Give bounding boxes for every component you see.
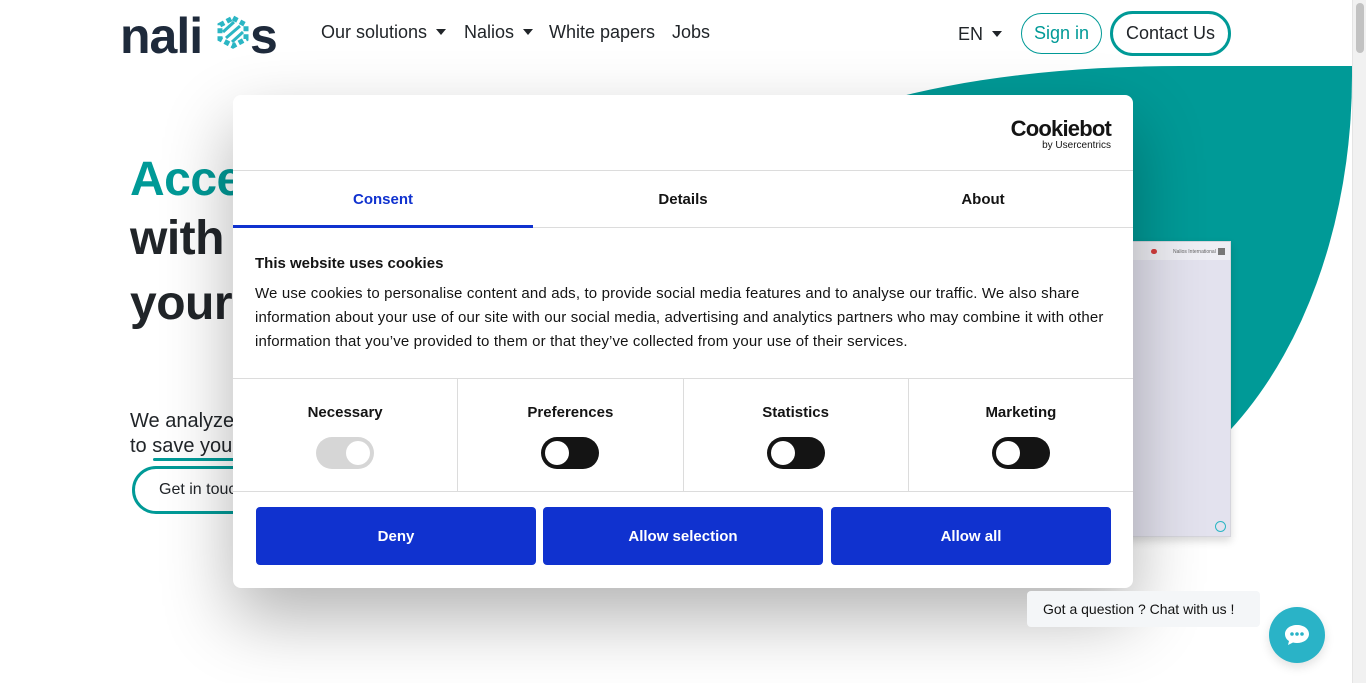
chevron-down-icon — [523, 29, 534, 35]
statistics-toggle[interactable] — [766, 437, 825, 469]
contact-us-button[interactable]: Contact Us — [1110, 11, 1231, 56]
nav-jobs[interactable]: Jobs — [672, 22, 710, 43]
svg-text:nali: nali — [120, 10, 202, 60]
cookiebot-logo: Cookiebot by Usercentrics — [1009, 116, 1112, 152]
nav-our-solutions-label: Our solutions — [321, 22, 428, 42]
category-preferences: Preferences — [458, 379, 684, 491]
chat-icon — [1285, 625, 1309, 645]
chat-launcher-button[interactable] — [1269, 607, 1325, 663]
nav-our-solutions[interactable]: Our solutions — [321, 22, 447, 43]
mockup-company-name: Nalios International — [1173, 249, 1216, 255]
navbar: nali s nalios Our solutions Nalios White… — [0, 0, 1352, 66]
chat-prompt-bubble[interactable]: Got a question ? Chat with us ! — [1027, 591, 1260, 627]
language-label: EN — [958, 24, 984, 44]
mockup-circle-icon — [1215, 521, 1226, 532]
app-screenshot-mockup: Nalios International — [1120, 241, 1231, 537]
subtitle-underline — [153, 458, 243, 461]
cookie-tabs: Consent Details About — [233, 170, 1133, 228]
language-selector[interactable]: EN — [958, 24, 1003, 45]
allow-all-button[interactable]: Allow all — [831, 507, 1111, 565]
avatar — [1218, 248, 1225, 255]
cookiebot-brand: Cookiebot — [1010, 116, 1112, 141]
nav-nalios-label: Nalios — [464, 22, 515, 42]
category-marketing-label: Marketing — [985, 404, 1057, 421]
tab-details[interactable]: Details — [533, 171, 833, 227]
nav-nalios[interactable]: Nalios — [464, 22, 534, 43]
logo-hex-icon — [217, 15, 249, 49]
notification-icon — [1151, 249, 1157, 254]
tab-consent[interactable]: Consent — [233, 171, 533, 228]
category-marketing: Marketing — [909, 379, 1133, 491]
allow-selection-button[interactable]: Allow selection — [543, 507, 823, 565]
toggle-knob — [346, 441, 371, 465]
hero-title-line-3: your — [130, 277, 233, 330]
scrollbar-thumb[interactable] — [1356, 3, 1364, 53]
toggle-knob — [770, 441, 795, 465]
category-necessary: Necessary — [233, 379, 459, 491]
logo-graphic: nali s — [120, 8, 278, 64]
category-necessary-label: Necessary — [307, 404, 383, 421]
nav-white-papers[interactable]: White papers — [549, 22, 655, 43]
hero-title-line-2: with — [130, 212, 224, 265]
hero-subtitle-line-2: to save you — [130, 435, 233, 457]
toggle-knob — [995, 441, 1020, 465]
sign-in-button[interactable]: Sign in — [1021, 13, 1102, 54]
toggle-knob — [545, 441, 570, 465]
deny-button[interactable]: Deny — [256, 507, 536, 565]
chevron-down-icon — [436, 29, 447, 35]
category-preferences-label: Preferences — [527, 404, 614, 421]
chevron-down-icon — [992, 31, 1003, 37]
hero-subtitle-line-1: We analyze — [130, 410, 235, 432]
category-statistics: Statistics — [684, 379, 909, 491]
cookie-dialog-body: We use cookies to personalise content an… — [255, 285, 1104, 350]
cookie-consent-dialog: Cookiebot by Usercentrics Consent Detail… — [233, 95, 1133, 588]
necessary-toggle — [316, 437, 375, 469]
hero-title-line-1: Acce — [130, 153, 243, 206]
cookiebot-subbrand: by Usercentrics — [1042, 140, 1111, 151]
preferences-toggle[interactable] — [541, 437, 600, 469]
cookie-category-toggles: Necessary Preferences Statistics Marketi… — [233, 378, 1133, 492]
svg-text:s: s — [250, 10, 278, 60]
cookie-dialog-title: This website uses cookies — [255, 255, 444, 272]
category-statistics-label: Statistics — [762, 404, 829, 421]
tab-about[interactable]: About — [833, 171, 1133, 227]
nalios-logo[interactable]: nali s nalios — [120, 8, 292, 64]
page-scrollbar[interactable] — [1352, 0, 1366, 683]
marketing-toggle[interactable] — [991, 437, 1050, 469]
